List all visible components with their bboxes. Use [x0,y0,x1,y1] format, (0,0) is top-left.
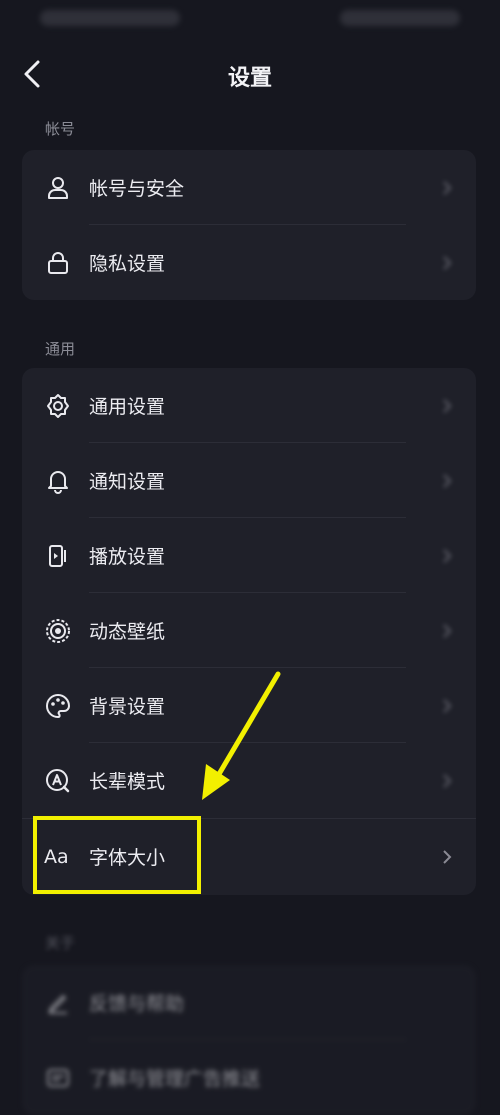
chevron-right-icon [443,473,452,488]
settings-item-label: 反馈与帮助 [89,993,185,1015]
chevron-right-icon [443,548,452,563]
gear-icon [44,392,72,420]
settings-item-privacy[interactable]: 隐私设置 [22,225,476,300]
chevron-right-icon [443,773,452,788]
lock-icon [44,249,72,277]
settings-item-ads[interactable]: 了解与管理广告推送 [22,1040,476,1115]
chevron-right-icon [443,623,452,638]
bell-icon [44,467,72,495]
chevron-right-icon [443,698,452,713]
settings-item-notifications[interactable]: 通知设置 [22,443,476,518]
settings-item-label: 长辈模式 [89,771,166,793]
settings-item-label: 隐私设置 [89,253,166,275]
settings-item-label: 了解与管理广告推送 [89,1068,261,1090]
play-icon [44,542,72,570]
chevron-right-icon [443,398,452,413]
settings-item-live-wallpaper[interactable]: 动态壁纸 [22,593,476,668]
nav-bar: 设置 [0,44,500,104]
annotation-arrow [202,671,281,800]
target-icon [44,617,72,645]
section-label-account: 帐号 [45,120,76,138]
section-label-about: 关于 [45,934,76,952]
section-label-general: 通用 [45,340,76,358]
user-icon [44,174,72,202]
settings-item-general[interactable]: 通用设置 [22,368,476,443]
settings-item-account-security[interactable]: 帐号与安全 [22,150,476,225]
chevron-right-icon [443,255,452,270]
status-icons-blur [340,10,460,26]
settings-item-label: 帐号与安全 [89,178,185,200]
page-title: 设置 [227,66,272,91]
settings-item-label: 播放设置 [89,546,166,568]
edit-icon [44,989,72,1017]
status-carrier-blur [40,10,180,26]
ad-icon [44,1064,72,1092]
elder-mode-icon [44,767,72,795]
chevron-right-icon [443,180,452,195]
palette-icon [44,692,72,720]
settings-item-label: 通知设置 [89,471,166,493]
chevron-right-icon [443,849,452,864]
settings-item-label: 通用设置 [89,396,166,418]
settings-item-feedback[interactable]: 反馈与帮助 [22,965,476,1040]
account-card: 帐号与安全 隐私设置 [22,150,476,300]
about-card: 反馈与帮助 了解与管理广告推送 [22,965,476,1115]
settings-item-playback[interactable]: 播放设置 [22,518,476,593]
settings-item-label: 背景设置 [89,696,166,718]
settings-item-label: 动态壁纸 [89,621,166,643]
status-bar [0,0,500,40]
annotation-highlight-box [33,816,201,894]
